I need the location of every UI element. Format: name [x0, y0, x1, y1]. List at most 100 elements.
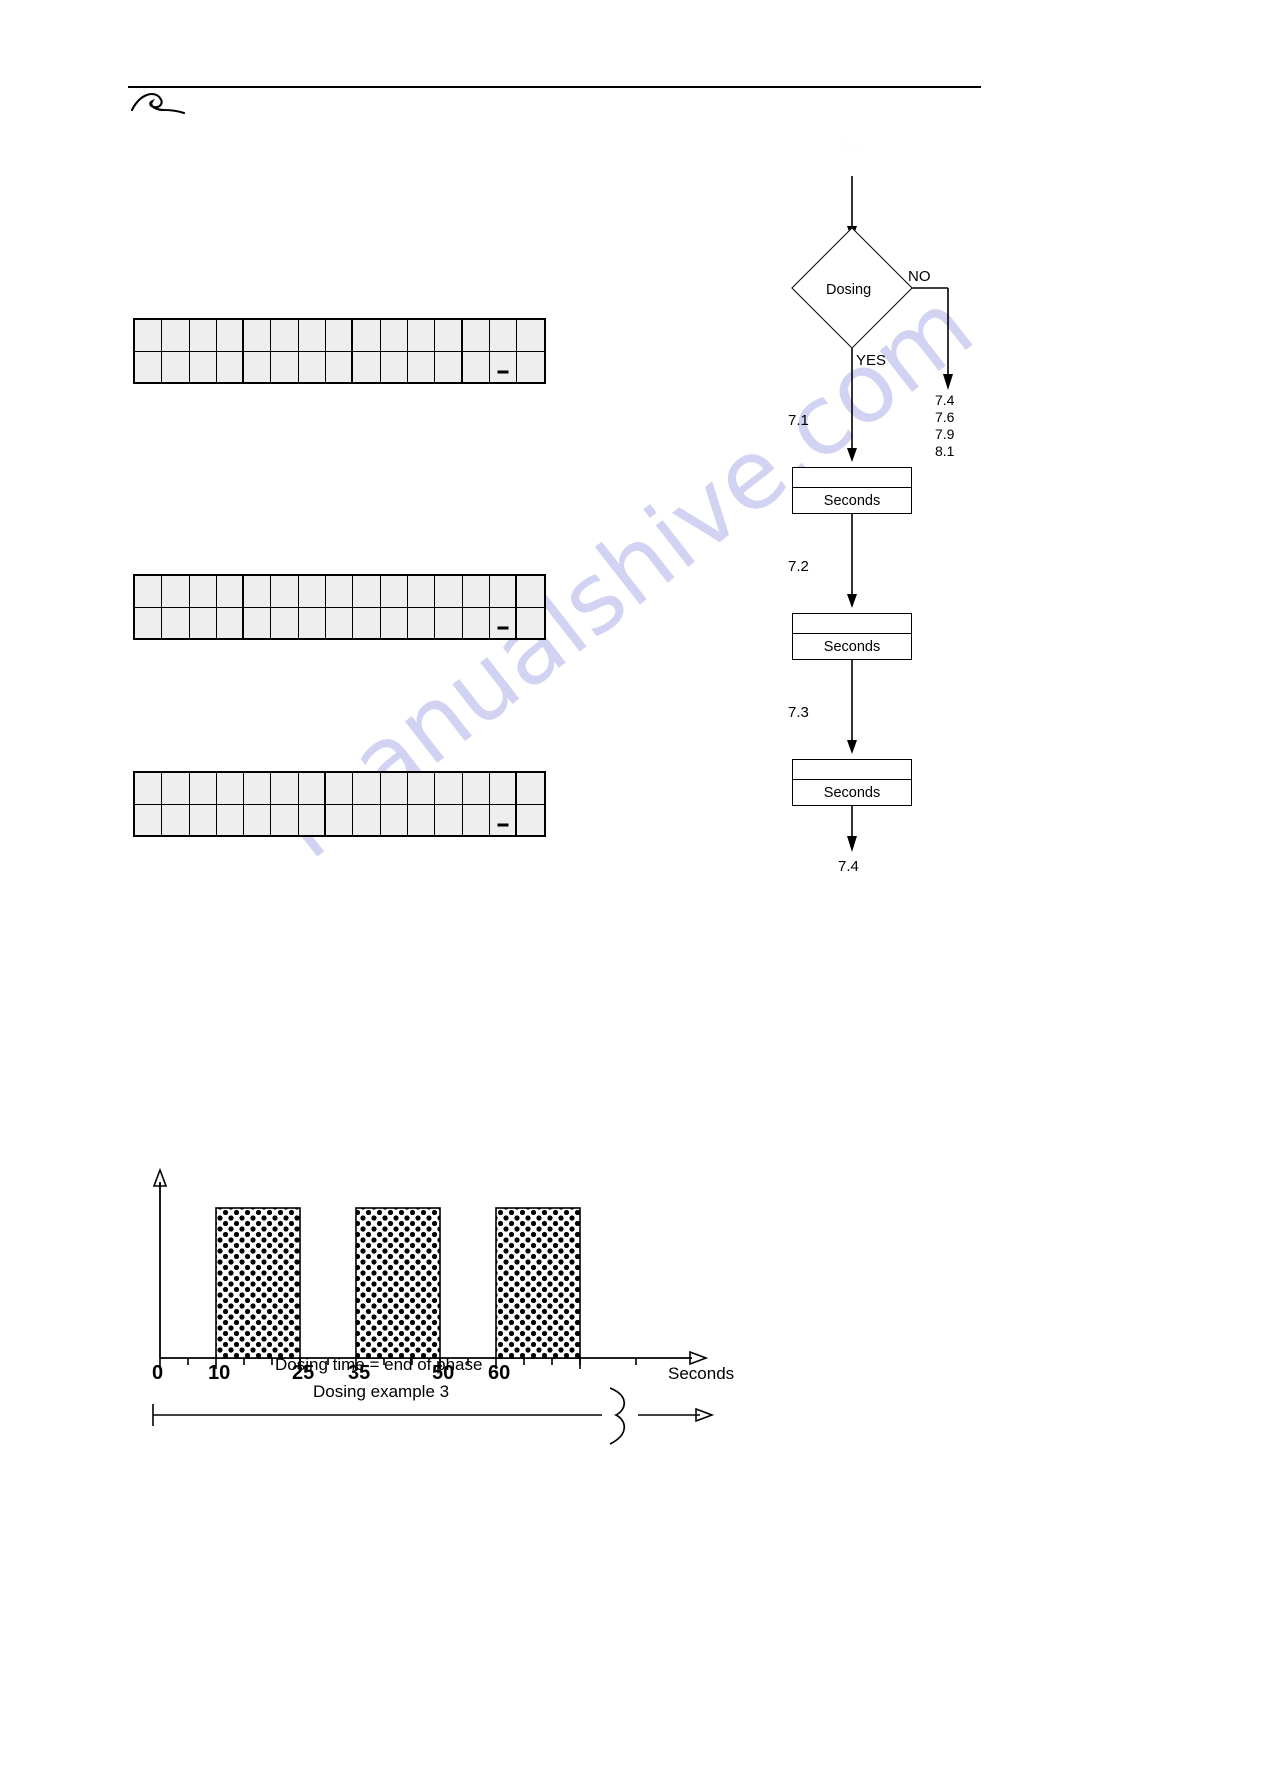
grid-cell[interactable]	[135, 576, 163, 607]
grid-cell[interactable]	[298, 805, 327, 835]
grid-cell[interactable]	[517, 608, 545, 638]
grid-cell[interactable]	[216, 608, 245, 638]
grid-cell[interactable]	[517, 773, 545, 804]
grid-cell[interactable]	[271, 320, 299, 351]
grid-cell[interactable]	[162, 320, 190, 351]
grid-cell[interactable]	[189, 608, 217, 638]
grid-cell[interactable]	[353, 773, 381, 804]
grid-cell[interactable]	[298, 608, 327, 638]
grid-cell[interactable]	[435, 352, 463, 382]
grid-cell[interactable]	[326, 320, 354, 351]
grid-cell[interactable]	[407, 608, 436, 638]
grid-cell[interactable]	[353, 320, 381, 351]
grid-cell[interactable]	[462, 608, 490, 638]
grid-cell[interactable]	[189, 805, 217, 835]
grid-cell[interactable]	[135, 608, 163, 638]
grid-cell[interactable]	[380, 773, 408, 804]
grid-cell[interactable]	[162, 608, 190, 638]
grid-cell[interactable]	[244, 805, 272, 835]
grid-cell[interactable]	[326, 773, 354, 804]
grid-cell[interactable]	[271, 352, 299, 382]
grid-cell[interactable]	[489, 805, 518, 835]
grid-cell[interactable]	[244, 352, 272, 382]
grid-cell[interactable]	[271, 773, 299, 804]
grid-cell[interactable]	[216, 320, 245, 351]
grid-cell[interactable]	[298, 773, 327, 804]
grid-cell[interactable]	[298, 320, 327, 351]
grid-cell[interactable]	[162, 773, 190, 804]
grid-cell[interactable]	[353, 576, 381, 607]
grid-cell[interactable]	[462, 576, 490, 607]
grid-cell[interactable]	[326, 805, 354, 835]
grid-cell[interactable]	[462, 805, 490, 835]
grid-cell[interactable]	[489, 608, 518, 638]
grid-cell[interactable]	[380, 576, 408, 607]
grid-cell[interactable]	[489, 773, 518, 804]
grid-cell[interactable]	[189, 320, 217, 351]
grid-cell[interactable]	[435, 773, 463, 804]
grid-table-2[interactable]	[133, 574, 547, 640]
grid-cell[interactable]	[407, 320, 436, 351]
grid-cell[interactable]	[517, 352, 545, 382]
grid-cell[interactable]	[517, 805, 545, 835]
grid-cell[interactable]	[326, 608, 354, 638]
grid-cell[interactable]	[435, 320, 463, 351]
grid-cell[interactable]	[135, 805, 163, 835]
grid-cell[interactable]	[135, 352, 163, 382]
grid-cell[interactable]	[353, 608, 381, 638]
grid-cell[interactable]	[216, 352, 245, 382]
grid-cell[interactable]	[298, 352, 327, 382]
grid-cell[interactable]	[216, 576, 245, 607]
grid-cell[interactable]	[216, 805, 245, 835]
grid-cell[interactable]	[244, 608, 272, 638]
step-box-7-3[interactable]: Seconds	[792, 759, 912, 806]
grid-cell[interactable]	[189, 773, 217, 804]
grid-cell[interactable]	[135, 320, 163, 351]
grid-cell[interactable]	[489, 352, 518, 382]
grid-cell[interactable]	[517, 576, 545, 607]
grid-cell[interactable]	[244, 773, 272, 804]
grid-cell[interactable]	[326, 576, 354, 607]
grid-cell[interactable]	[407, 805, 436, 835]
grid-cell[interactable]	[435, 608, 463, 638]
step-value-7-3[interactable]	[793, 760, 911, 780]
grid-cell[interactable]	[462, 352, 490, 382]
grid-cell[interactable]	[244, 320, 272, 351]
grid-cell[interactable]	[162, 805, 190, 835]
grid-cell[interactable]	[271, 608, 299, 638]
grid-cell[interactable]	[380, 320, 408, 351]
step-box-7-1[interactable]: Seconds	[792, 467, 912, 514]
grid-cell[interactable]	[489, 576, 518, 607]
grid-cell[interactable]	[162, 352, 190, 382]
grid-cell[interactable]	[135, 773, 163, 804]
step-value-7-2[interactable]	[793, 614, 911, 634]
grid-cell[interactable]	[271, 576, 299, 607]
grid-cell[interactable]	[244, 576, 272, 607]
grid-cell[interactable]	[407, 576, 436, 607]
grid-cell[interactable]	[462, 773, 490, 804]
grid-cell[interactable]	[489, 320, 518, 351]
grid-cell[interactable]	[353, 805, 381, 835]
grid-cell[interactable]	[517, 320, 545, 351]
grid-cell[interactable]	[407, 352, 436, 382]
grid-cell[interactable]	[326, 352, 354, 382]
grid-cell[interactable]	[353, 352, 381, 382]
grid-cell[interactable]	[435, 805, 463, 835]
step-value-7-1[interactable]	[793, 468, 911, 488]
no-target-1: 7.4	[935, 392, 955, 408]
grid-cell[interactable]	[435, 576, 463, 607]
grid-cell[interactable]	[380, 608, 408, 638]
grid-cell[interactable]	[271, 805, 299, 835]
grid-table-1[interactable]	[133, 318, 547, 384]
grid-cell[interactable]	[189, 352, 217, 382]
grid-table-3[interactable]	[133, 771, 547, 837]
grid-cell[interactable]	[407, 773, 436, 804]
grid-cell[interactable]	[380, 352, 408, 382]
grid-cell[interactable]	[189, 576, 217, 607]
grid-cell[interactable]	[298, 576, 327, 607]
grid-cell[interactable]	[162, 576, 190, 607]
grid-cell[interactable]	[216, 773, 245, 804]
grid-cell[interactable]	[380, 805, 408, 835]
step-box-7-2[interactable]: Seconds	[792, 613, 912, 660]
grid-cell[interactable]	[462, 320, 490, 351]
